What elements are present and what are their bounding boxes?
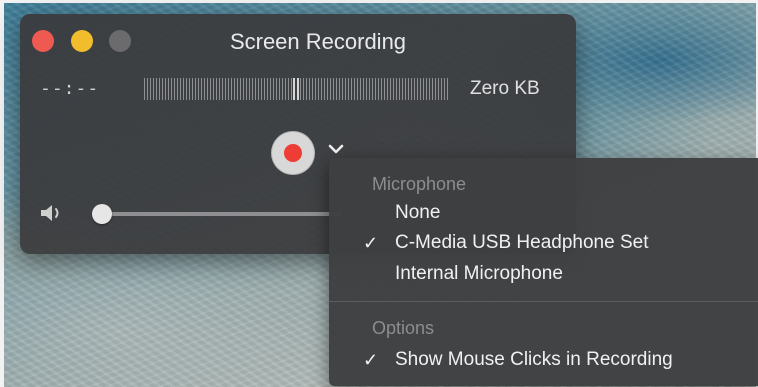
menu-item-label: Internal Microphone — [395, 263, 563, 284]
menu-item-microphone-none[interactable]: None — [329, 199, 758, 227]
menu-item-show-mouse-clicks[interactable]: ✓ Show Mouse Clicks in Recording — [329, 346, 758, 374]
elapsed-time: --:-- — [40, 78, 100, 99]
record-icon — [284, 144, 302, 162]
volume-slider-track — [92, 212, 342, 216]
menu-item-microphone-cmedia[interactable]: ✓ C-Media USB Headphone Set — [329, 229, 758, 257]
microphone-section-header: Microphone — [372, 174, 467, 194]
window-title: Screen Recording — [229, 29, 407, 54]
options-menu: Microphone None ✓ C-Media USB Headphone … — [329, 158, 758, 386]
menu-item-microphone-internal[interactable]: Internal Microphone — [329, 260, 758, 288]
speaker-icon — [41, 205, 59, 221]
chevron-down-icon[interactable] — [325, 138, 347, 160]
menu-separator — [329, 301, 758, 302]
audio-level-indicator — [293, 78, 299, 100]
file-size: Zero KB — [470, 78, 540, 99]
volume-slider[interactable] — [92, 204, 342, 224]
menu-item-label: None — [395, 202, 441, 223]
checkmark-icon: ✓ — [363, 350, 379, 370]
volume-slider-knob[interactable] — [92, 204, 112, 224]
audio-level-meter — [144, 78, 448, 100]
menu-item-label: C-Media USB Headphone Set — [395, 232, 649, 253]
options-section-header: Options — [372, 318, 435, 338]
menu-item-label: Show Mouse Clicks in Recording — [395, 349, 673, 370]
record-button[interactable] — [271, 131, 315, 175]
screenshot-border — [0, 0, 758, 3]
checkmark-icon: ✓ — [363, 233, 379, 253]
screenshot-border — [0, 0, 4, 387]
